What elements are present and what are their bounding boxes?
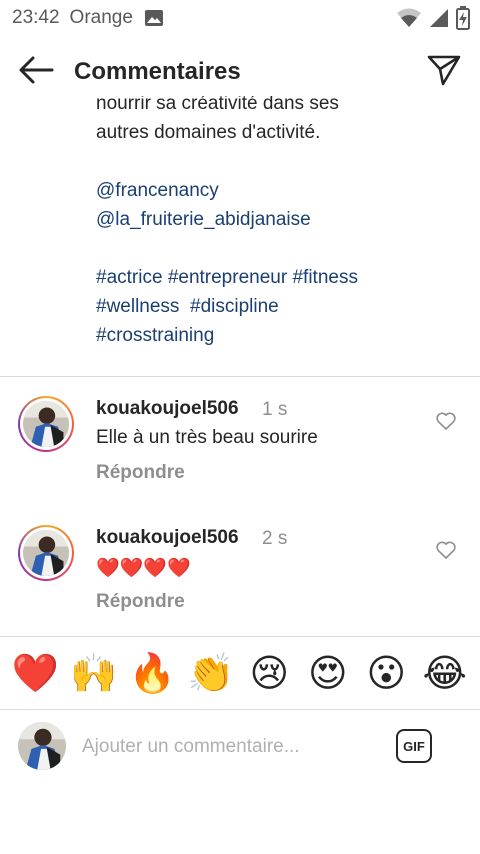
status-carrier: Orange — [69, 7, 133, 28]
avatar[interactable] — [18, 525, 74, 581]
emoji-surprised[interactable]: 😮 — [360, 655, 412, 693]
comment-item: kouakoujoel506 1 s Elle à un très beau s… — [0, 378, 480, 488]
hashtag-link[interactable]: #crosstraining — [96, 325, 214, 346]
emoji-crying[interactable]: 😢 — [243, 655, 295, 693]
caption-body: autres domaines d'activité. @francenancy… — [96, 118, 466, 350]
gif-button[interactable]: GIF — [396, 729, 432, 763]
signal-icon — [428, 7, 450, 35]
comment-text: Elle à un très beau sourire — [96, 427, 318, 448]
mention-link[interactable]: @francenancy — [96, 180, 219, 201]
back-button[interactable] — [14, 52, 58, 92]
caption-partial-line: nourrir sa créativité dans ses — [96, 96, 339, 114]
profile-photo — [23, 530, 69, 576]
divider — [0, 376, 480, 377]
divider — [0, 709, 480, 710]
status-icons — [396, 6, 470, 36]
emoji-quick-bar: ❤️ 🙌 🔥 👏 😢 😍 😮 😂 — [0, 640, 480, 708]
comment-username[interactable]: kouakoujoel506 — [96, 398, 239, 420]
hashtag-link[interactable]: #entrepreneur — [168, 267, 287, 288]
avatar[interactable] — [18, 396, 74, 452]
mention-link[interactable]: @la_fruiterie_abidjanaise — [96, 209, 311, 230]
hashtag-link[interactable]: #actrice — [96, 267, 163, 288]
page-title: Commentaires — [74, 58, 241, 85]
hashtag-link[interactable]: #fitness — [292, 267, 357, 288]
comment-time: 1 s — [262, 399, 288, 420]
hashtag-link[interactable]: #wellness — [96, 296, 179, 317]
emoji-heart[interactable]: ❤️ — [9, 655, 61, 693]
emoji-clapping[interactable]: 👏 — [185, 655, 237, 693]
comment-username[interactable]: kouakoujoel506 — [96, 527, 239, 549]
hashtag-link[interactable]: #discipline — [190, 296, 279, 317]
profile-photo — [23, 401, 69, 447]
comment-input[interactable] — [82, 732, 382, 762]
status-bar: 23:42 Orange — [0, 0, 480, 36]
wifi-icon — [396, 7, 422, 35]
post-caption: nourrir sa créativité dans ses autres do… — [0, 96, 480, 377]
comment-text: ❤️❤️❤️❤️ — [96, 558, 191, 579]
caption-line: autres domaines d'activité. — [96, 122, 321, 143]
gallery-icon — [144, 10, 163, 26]
divider — [0, 636, 480, 637]
emoji-laughing[interactable]: 😂 — [419, 655, 471, 693]
avatar — [18, 722, 66, 770]
emoji-heart-eyes[interactable]: 😍 — [302, 655, 354, 693]
send-button[interactable] — [424, 52, 464, 92]
heart-outline-icon — [436, 541, 456, 564]
like-button[interactable] — [434, 540, 458, 564]
arrow-left-icon — [18, 56, 54, 89]
emoji-fire[interactable]: 🔥 — [126, 655, 178, 693]
reply-button[interactable]: Répondre — [96, 591, 185, 613]
comment-time: 2 s — [262, 528, 288, 549]
like-button[interactable] — [434, 411, 458, 435]
comment-item: kouakoujoel506 2 s ❤️❤️❤️❤️ Répondre — [0, 507, 480, 617]
status-time: 23:42 — [12, 7, 60, 28]
battery-charging-icon — [456, 6, 470, 36]
paper-plane-icon — [427, 54, 461, 91]
emoji-raising-hands[interactable]: 🙌 — [68, 655, 120, 693]
reply-button[interactable]: Répondre — [96, 462, 185, 484]
heart-outline-icon — [436, 412, 456, 435]
comment-composer: GIF — [0, 712, 480, 780]
